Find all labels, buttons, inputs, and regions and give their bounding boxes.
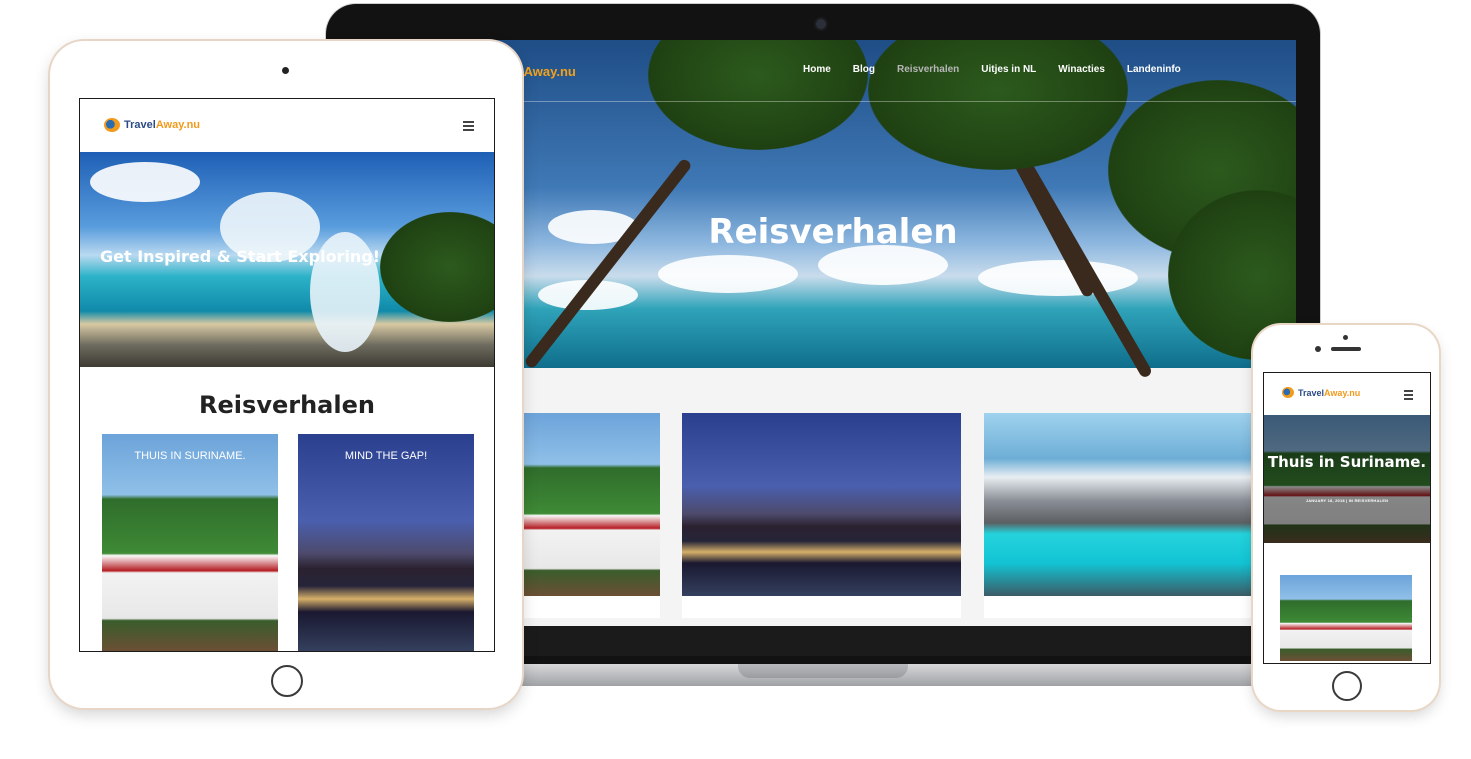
tablet-card-suriname[interactable]: THUIS IN SURINAME. [102, 434, 278, 651]
palm-frond [648, 40, 868, 150]
phone-hero-image [1264, 415, 1430, 543]
card-image [984, 413, 1296, 596]
cloud [658, 255, 798, 293]
phone-camera [1315, 346, 1321, 352]
post-card-london[interactable] [682, 413, 961, 618]
phone-screen: TravelAway.nu Thuis in Suriname. JANUARY… [1263, 372, 1431, 664]
phone-home-button[interactable] [1332, 671, 1362, 701]
logo-text-away: Away.nu [155, 119, 201, 131]
cloud [978, 260, 1138, 296]
tablet-card-label: MIND THE GAP! [344, 450, 428, 462]
main-nav: Home Blog Reisverhalen Uitjes in NL Wina… [803, 64, 1181, 75]
tablet-section-title: Reisverhalen [199, 391, 375, 419]
tablet-screen: TravelAway.nu Get Inspired & Start Explo… [79, 98, 495, 652]
logo-text-travel: Travel [124, 119, 156, 131]
nav-winacties[interactable]: Winacties [1058, 64, 1105, 75]
phone-hero-title: Thuis in Suriname. [1267, 453, 1427, 471]
tablet-camera [282, 67, 289, 74]
tablet-card-london[interactable]: MIND THE GAP! [298, 434, 474, 651]
tablet-content: Reisverhalen THUIS IN SURINAME. MIND THE… [80, 367, 494, 651]
tablet-card-label: THUIS IN SURINAME. [134, 450, 246, 462]
laptop-notch [738, 664, 908, 678]
nav-uitjes-in-nl[interactable]: Uitjes in NL [981, 64, 1036, 75]
phone-header: TravelAway.nu [1264, 373, 1430, 415]
nav-reisverhalen[interactable]: Reisverhalen [897, 64, 959, 75]
hamburger-icon[interactable] [463, 121, 474, 131]
tablet-header: TravelAway.nu [80, 99, 494, 152]
post-card-nepal[interactable] [984, 413, 1296, 618]
tablet-hero: Get Inspired & Start Exploring! [80, 152, 494, 367]
tablet-logo[interactable]: TravelAway.nu [104, 118, 200, 132]
tablet-hero-text: Get Inspired & Start Exploring! [100, 247, 381, 266]
phone-logo[interactable]: TravelAway.nu [1282, 387, 1360, 398]
phone-hero-meta: JANUARY 18, 2018 | IN REISVERHALEN [1305, 498, 1389, 503]
phone-post-card[interactable] [1280, 575, 1412, 661]
nav-blog[interactable]: Blog [853, 64, 875, 75]
nav-divider [508, 101, 1296, 102]
card-image [522, 413, 660, 596]
logo-text-away: Away.nu [1324, 387, 1361, 398]
card-image [682, 413, 961, 596]
globe-plane-icon [104, 118, 120, 132]
phone-speaker [1331, 347, 1361, 351]
logo-text-travel: Travel [1298, 387, 1325, 398]
tree-foliage [380, 212, 494, 322]
phone-sensor [1343, 335, 1348, 340]
post-card-suriname[interactable] [522, 413, 660, 618]
cloud [90, 162, 200, 202]
nav-landeninfo[interactable]: Landeninfo [1127, 64, 1181, 75]
hamburger-icon[interactable] [1404, 390, 1413, 400]
laptop-camera [816, 19, 826, 29]
nav-home[interactable]: Home [803, 64, 831, 75]
tablet-home-button[interactable] [271, 665, 303, 697]
palm-frond [868, 40, 1128, 170]
globe-plane-icon [1282, 387, 1294, 398]
site-logo[interactable]: lAway.nu [520, 64, 576, 79]
